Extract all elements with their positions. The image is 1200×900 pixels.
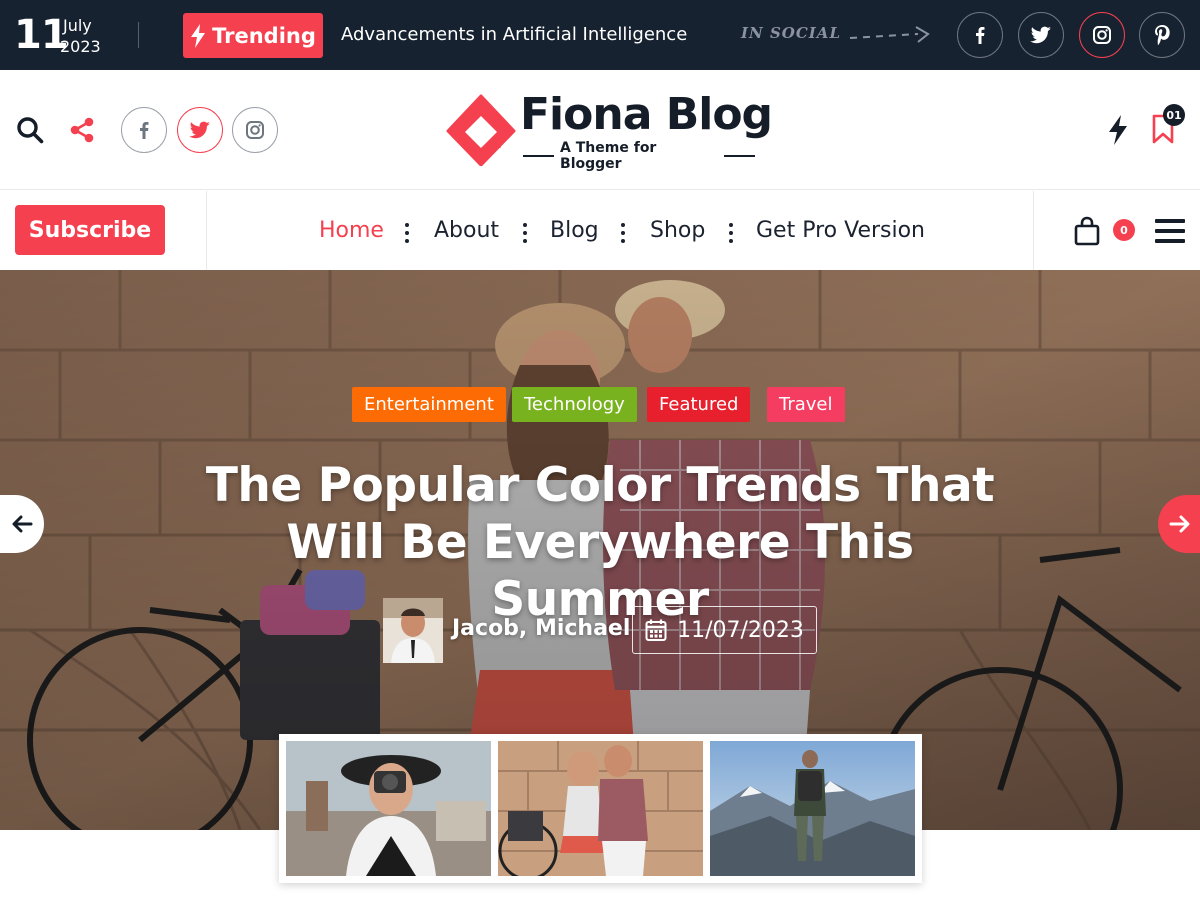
post-date-text: 11/07/2023	[677, 617, 804, 643]
shopping-bag-icon	[1074, 216, 1100, 246]
logo-tagline: A Theme for Blogger	[560, 140, 657, 172]
nav-divider-left	[206, 191, 207, 270]
topbar-facebook-button[interactable]	[957, 12, 1003, 58]
nav-separator-dots	[621, 223, 625, 243]
top-bar: 11 July 2023 Trending Advancements in Ar…	[0, 0, 1200, 70]
menu-button[interactable]	[1154, 217, 1186, 245]
logo-title[interactable]: Fiona Blog	[520, 88, 773, 142]
bolt-icon	[1109, 115, 1127, 145]
date-month: July	[63, 16, 92, 35]
category-tag-featured[interactable]: Featured	[647, 387, 751, 422]
cart-count-badge: 0	[1113, 219, 1135, 241]
dashed-arrow-icon	[849, 26, 930, 43]
thumbnail-mountains-image	[710, 741, 915, 876]
slider-thumbnails	[279, 734, 922, 883]
nav-item-shop[interactable]: Shop	[650, 216, 705, 246]
nav-item-home[interactable]: Home	[319, 216, 384, 246]
calendar-icon	[645, 619, 667, 641]
subscribe-button[interactable]: Subscribe	[15, 205, 165, 255]
author-avatar[interactable]	[383, 598, 443, 663]
cart-button[interactable]	[1072, 215, 1102, 247]
facebook-icon	[140, 122, 149, 139]
thumbnail-couple-image	[498, 741, 703, 876]
header-instagram-button[interactable]	[232, 107, 278, 153]
instagram-icon	[1093, 26, 1111, 44]
nav-separator-dots	[523, 223, 527, 243]
instagram-icon	[246, 121, 264, 139]
in-social-label: IN SOCIAL	[741, 24, 841, 42]
header-twitter-button[interactable]	[177, 107, 223, 153]
category-tag-entertainment[interactable]: Entertainment	[352, 387, 506, 422]
arrow-left-icon	[12, 515, 33, 533]
slider-thumbnail-2[interactable]	[498, 741, 703, 876]
nav-item-get-pro[interactable]: Get Pro Version	[756, 216, 925, 246]
header-facebook-button[interactable]	[121, 107, 167, 153]
date-divider	[138, 22, 139, 48]
logo-mark-icon	[446, 94, 516, 166]
main-navbar: Subscribe Home About Blog Shop Get Pro V…	[0, 191, 1200, 270]
nav-separator-dots	[729, 223, 733, 243]
logo-tagline-row: A Theme for Blogger	[523, 140, 755, 172]
slider-thumbnail-3[interactable]	[710, 741, 915, 876]
tagline-rule-right	[723, 155, 755, 157]
category-tag-technology[interactable]: Technology	[512, 387, 637, 422]
arrow-right-icon	[1169, 515, 1190, 533]
topbar-twitter-button[interactable]	[1018, 12, 1064, 58]
bookmark-count-badge: 01	[1163, 104, 1185, 126]
hamburger-menu-icon	[1155, 219, 1185, 243]
tagline-rule-left	[523, 155, 555, 157]
hero-post-title[interactable]: The Popular Color Trends That Will Be Ev…	[200, 457, 1000, 628]
date-year: 2023	[60, 37, 101, 56]
post-date: 11/07/2023	[632, 606, 817, 654]
topbar-pinterest-button[interactable]	[1139, 12, 1185, 58]
search-button[interactable]	[14, 114, 46, 146]
trending-headline[interactable]: Advancements in Artificial Intelligence	[341, 23, 687, 47]
category-tag-travel[interactable]: Travel	[767, 387, 845, 422]
flash-button[interactable]	[1104, 113, 1132, 147]
thumbnail-photographer-image	[286, 741, 491, 876]
bolt-icon	[191, 23, 206, 48]
nav-separator-dots	[405, 223, 409, 243]
twitter-icon	[189, 121, 210, 139]
topbar-instagram-button[interactable]	[1079, 12, 1125, 58]
facebook-icon	[976, 27, 985, 44]
post-author[interactable]: Jacob, Michael	[452, 614, 630, 644]
pinterest-icon	[1155, 25, 1170, 46]
slider-thumbnail-1[interactable]	[286, 741, 491, 876]
twitter-icon	[1030, 26, 1051, 44]
share-icon	[70, 117, 94, 143]
nav-item-about[interactable]: About	[434, 216, 499, 246]
nav-divider-right	[1033, 191, 1034, 270]
trending-badge[interactable]: Trending	[183, 13, 323, 58]
nav-item-blog[interactable]: Blog	[550, 216, 599, 246]
share-button[interactable]	[66, 114, 98, 146]
search-icon	[17, 117, 44, 144]
trending-label: Trending	[212, 23, 316, 48]
